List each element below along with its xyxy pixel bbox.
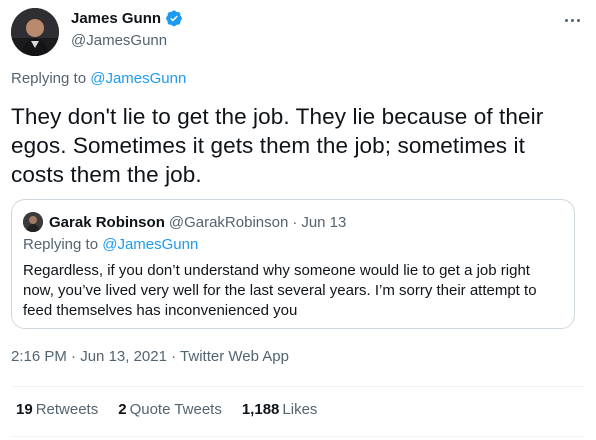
- quotes-count: 2: [118, 401, 127, 418]
- quoted-author-handle: @GarakRobinson: [168, 213, 289, 231]
- likes-label: Likes: [282, 401, 318, 418]
- tweet-time[interactable]: 2:16 PM: [11, 348, 67, 365]
- tweet-date[interactable]: Jun 13, 2021: [80, 348, 167, 365]
- quotes-label: Quote Tweets: [129, 401, 222, 418]
- meta-separator: ·: [66, 348, 81, 365]
- quoted-tweet-header: Garak Robinson @GarakRobinson · Jun 13: [23, 212, 346, 232]
- divider-bottom: [11, 436, 585, 437]
- divider-top: [11, 386, 585, 387]
- tweet-header: James Gunn @JamesGunn: [11, 6, 585, 56]
- quoted-tweet[interactable]: Garak Robinson @GarakRobinson · Jun 13 R…: [11, 199, 575, 329]
- quote-tweets-stat[interactable]: 2 Quote Tweets: [118, 401, 222, 418]
- quoted-separator: ·: [292, 213, 298, 231]
- quoted-author-avatar: [23, 212, 43, 232]
- likes-stat[interactable]: 1,188 Likes: [242, 401, 318, 418]
- quoted-date: Jun 13: [301, 213, 347, 231]
- author-display-name[interactable]: James Gunn: [71, 10, 161, 27]
- author-handle[interactable]: @JamesGunn: [71, 32, 167, 49]
- likes-count: 1,188: [241, 401, 280, 418]
- quoted-replying-to: Replying to @JamesGunn: [23, 236, 198, 253]
- quoted-tweet-text: Regardless, if you don’t understand why …: [23, 262, 537, 319]
- author-name-row: James Gunn: [71, 9, 183, 27]
- tweet-text: They don't lie to get the job. They lie …: [11, 104, 544, 187]
- quoted-author-name: Garak Robinson: [49, 213, 165, 231]
- more-options-icon[interactable]: [559, 10, 585, 30]
- quoted-replying-prefix: Replying to: [23, 236, 103, 253]
- author-avatar[interactable]: [11, 8, 59, 56]
- retweets-count: 19: [16, 401, 33, 418]
- tweet-metadata: 2:16 PM · Jun 13, 2021 · Twitter Web App: [11, 348, 289, 365]
- replying-to: Replying to @JamesGunn: [11, 70, 186, 87]
- engagement-stats: 19 Retweets 2 Quote Tweets 1,188 Likes: [16, 401, 337, 418]
- verified-badge-icon: [166, 10, 182, 27]
- replying-to-link[interactable]: @JamesGunn: [90, 70, 186, 87]
- retweets-stat[interactable]: 19 Retweets: [16, 401, 98, 418]
- quoted-replying-to-link[interactable]: @JamesGunn: [102, 236, 198, 253]
- tweet-source[interactable]: Twitter Web App: [180, 348, 289, 365]
- meta-separator-2: ·: [166, 348, 181, 365]
- tweet-card: James Gunn @JamesGunn Replying to @James…: [0, 0, 596, 440]
- retweets-label: Retweets: [35, 401, 99, 418]
- replying-prefix: Replying to: [11, 70, 91, 87]
